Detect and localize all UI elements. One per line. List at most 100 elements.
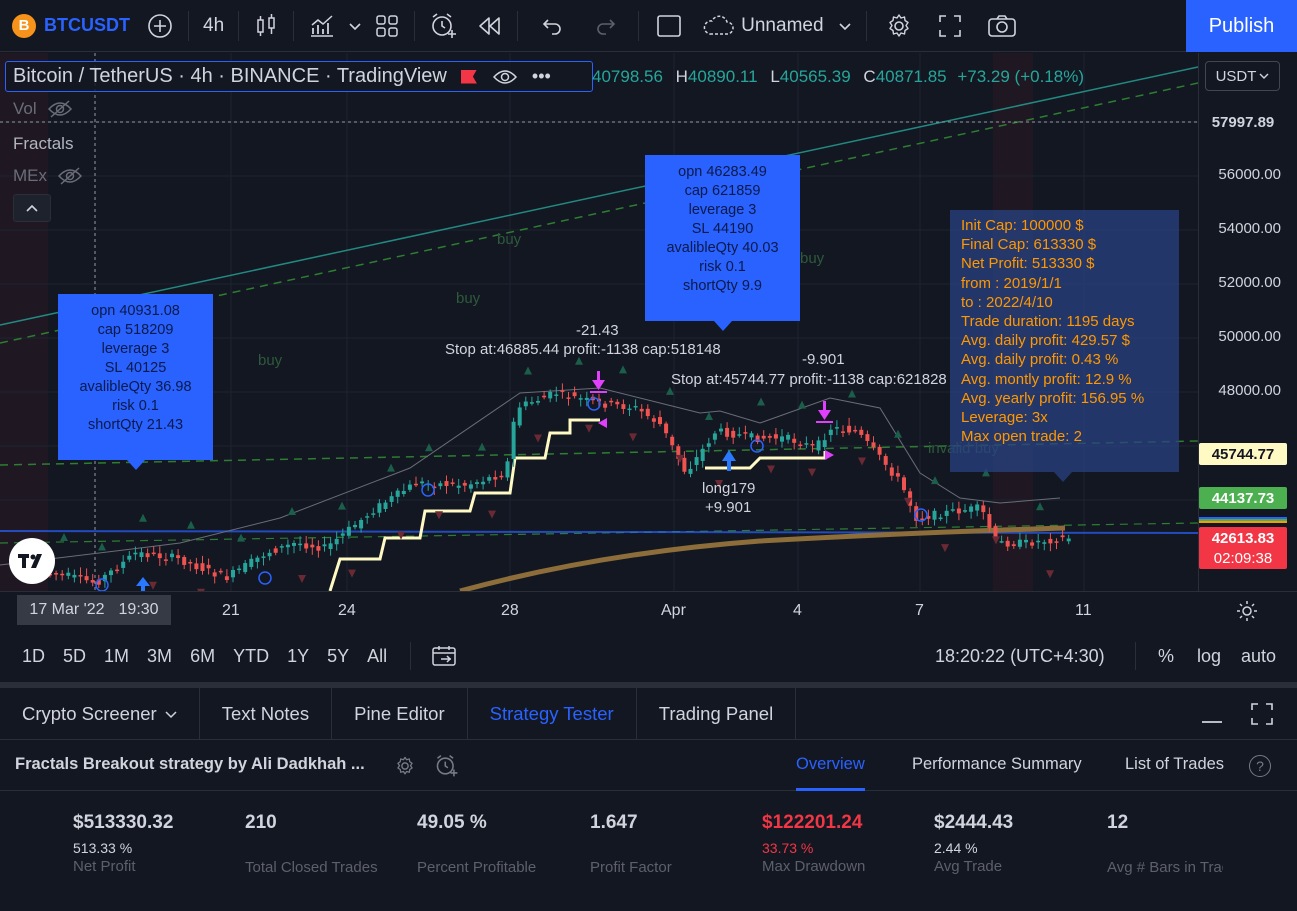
change-value: +73.29 (+0.18%) bbox=[957, 67, 1084, 86]
candle-body bbox=[627, 408, 632, 411]
indicator-volume[interactable]: Vol bbox=[13, 99, 73, 119]
time-axis[interactable]: 17 Mar '22 19:30 21 24 28 Apr 4 7 11 bbox=[0, 591, 1297, 629]
chart-pane[interactable]: Bitcoin / TetherUS · 4h · BINANCE · Trad… bbox=[0, 53, 1198, 591]
subtab-overview[interactable]: Overview bbox=[796, 755, 865, 774]
log-scale-toggle[interactable]: log bbox=[1197, 646, 1221, 667]
tab-label: Text Notes bbox=[221, 702, 310, 724]
indicators-button[interactable] bbox=[300, 0, 344, 52]
settings-button[interactable] bbox=[873, 0, 925, 52]
fullscreen-button[interactable] bbox=[925, 0, 975, 52]
indicator-fractals[interactable]: Fractals bbox=[13, 134, 73, 154]
range-1m[interactable]: 1M bbox=[95, 646, 138, 667]
redo-button[interactable] bbox=[580, 0, 632, 52]
buy-label: buy bbox=[456, 290, 481, 307]
eye-crossed-icon[interactable] bbox=[57, 166, 83, 186]
subtab-performance-summary[interactable]: Performance Summary bbox=[912, 755, 1082, 774]
eye-icon[interactable] bbox=[492, 68, 518, 86]
candle-body bbox=[395, 490, 400, 497]
publish-button[interactable]: Publish bbox=[1186, 0, 1297, 52]
help-icon[interactable]: ? bbox=[1249, 755, 1271, 777]
candle-body bbox=[633, 405, 638, 408]
range-6m[interactable]: 6M bbox=[181, 646, 224, 667]
candle-body bbox=[487, 477, 492, 481]
tab-trading-panel[interactable]: Trading Panel bbox=[637, 687, 797, 740]
tab-crypto-screener[interactable]: Crypto Screener bbox=[0, 687, 200, 740]
long-entry-label: long179 bbox=[702, 480, 756, 497]
price-axis[interactable]: USDT 57997.89 56000.00 54000.00 52000.00… bbox=[1198, 53, 1297, 591]
add-symbol-button[interactable] bbox=[138, 0, 182, 52]
candle-body bbox=[1054, 541, 1059, 543]
candle-body bbox=[133, 552, 138, 555]
candle-body bbox=[456, 485, 461, 488]
more-options-icon[interactable]: ••• bbox=[532, 66, 551, 87]
dropdown-chevron-icon bbox=[349, 22, 361, 30]
gear-icon[interactable] bbox=[394, 755, 416, 777]
layout-button[interactable] bbox=[366, 0, 408, 52]
range-5d[interactable]: 5D bbox=[54, 646, 95, 667]
range-1y[interactable]: 1Y bbox=[278, 646, 318, 667]
candle-body bbox=[731, 430, 736, 438]
candle-body bbox=[615, 401, 620, 405]
replay-button[interactable] bbox=[467, 0, 511, 52]
templates-dropdown[interactable] bbox=[344, 0, 366, 52]
undo-button[interactable] bbox=[524, 0, 580, 52]
snapshot-button[interactable] bbox=[975, 0, 1029, 52]
range-3m[interactable]: 3M bbox=[138, 646, 181, 667]
time-tick: 28 bbox=[501, 602, 519, 619]
fractal-down-triangle bbox=[534, 434, 542, 443]
chart-type-button[interactable] bbox=[245, 0, 287, 52]
stop-label: Stop at:45744.77 profit:-1138 cap:621828 bbox=[671, 371, 947, 388]
candle-body bbox=[944, 510, 949, 516]
tab-pine-editor[interactable]: Pine Editor bbox=[332, 687, 468, 740]
legend-title: Bitcoin / TetherUS · 4h · BINANCE · Trad… bbox=[13, 65, 447, 87]
indicator-mex[interactable]: MEx bbox=[13, 166, 83, 186]
candle-body bbox=[969, 506, 974, 512]
layout-name-button[interactable]: Unnamed bbox=[693, 0, 859, 52]
candle-body bbox=[1060, 535, 1065, 538]
range-ytd[interactable]: YTD bbox=[224, 646, 278, 667]
maximize-panel-icon[interactable] bbox=[1250, 702, 1274, 726]
percent-scale-toggle[interactable]: % bbox=[1158, 646, 1174, 667]
symbol-search-button[interactable]: B BTCUSDT bbox=[0, 0, 138, 52]
candle-body bbox=[389, 496, 394, 502]
candle-body bbox=[950, 509, 955, 511]
range-all[interactable]: All bbox=[358, 646, 396, 667]
fractal-down-triangle bbox=[1046, 570, 1054, 579]
fractal-up-triangle bbox=[1036, 502, 1044, 511]
time-tick: 4 bbox=[793, 602, 802, 619]
fractal-up-triangle bbox=[705, 412, 713, 420]
select-rectangle-button[interactable] bbox=[645, 0, 693, 52]
tab-label: Pine Editor bbox=[354, 702, 445, 724]
currency-selector[interactable]: USDT bbox=[1205, 61, 1280, 91]
toolbar-divider bbox=[865, 10, 867, 41]
add-alert-icon[interactable] bbox=[434, 753, 460, 779]
range-divider bbox=[410, 642, 412, 670]
candle-body bbox=[383, 502, 388, 509]
alert-button[interactable] bbox=[421, 0, 467, 52]
close-key: C bbox=[863, 67, 876, 86]
strategy-name[interactable]: Fractals Breakout strategy by Ali Dadkha… bbox=[15, 755, 365, 774]
candle-body bbox=[719, 428, 723, 432]
go-to-date-icon[interactable] bbox=[431, 644, 457, 668]
candle-body bbox=[554, 394, 559, 396]
subtab-list-of-trades[interactable]: List of Trades bbox=[1125, 755, 1224, 774]
callout-line: opn 40931.08 bbox=[91, 303, 180, 319]
minimize-panel-icon[interactable] bbox=[1200, 702, 1224, 726]
crosshair-date: 17 Mar '22 bbox=[29, 601, 105, 618]
interval-button[interactable]: 4h bbox=[195, 0, 232, 52]
range-1d[interactable]: 1D bbox=[13, 646, 54, 667]
tab-text-notes[interactable]: Text Notes bbox=[200, 687, 333, 740]
symbol-legend[interactable]: Bitcoin / TetherUS · 4h · BINANCE · Trad… bbox=[5, 61, 593, 92]
tradingview-logo[interactable] bbox=[9, 538, 55, 584]
tab-strategy-tester[interactable]: Strategy Tester bbox=[468, 687, 637, 740]
candle-body bbox=[725, 427, 730, 437]
chart-settings-sun-icon[interactable] bbox=[1236, 600, 1258, 622]
candle-body bbox=[889, 467, 894, 476]
clock-timezone[interactable]: 18:20:22 (UTC+4:30) bbox=[935, 646, 1105, 667]
eye-crossed-icon[interactable] bbox=[47, 99, 73, 119]
indicator-label: Fractals bbox=[13, 134, 74, 153]
candle-body bbox=[712, 433, 717, 440]
collapse-legend-button[interactable] bbox=[13, 194, 51, 222]
range-5y[interactable]: 5Y bbox=[318, 646, 358, 667]
auto-scale-toggle[interactable]: auto bbox=[1241, 646, 1276, 667]
